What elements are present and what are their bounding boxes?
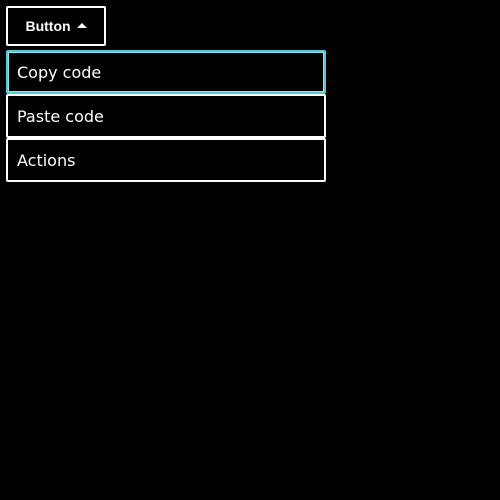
caret-up-icon [76, 23, 87, 28]
menu-item-label: Paste code [17, 106, 104, 126]
menu-toggle-button[interactable]: Button [6, 6, 106, 46]
menu-item-paste-code[interactable]: Paste code [6, 94, 326, 138]
dropdown-menu: Copy code Paste code Actions [6, 50, 326, 182]
menu-item-label: Actions [17, 150, 76, 170]
menu-item-label: Copy code [17, 62, 102, 82]
menu-item-actions[interactable]: Actions [6, 138, 326, 182]
menu-item-copy-code[interactable]: Copy code [6, 50, 326, 94]
menu-toggle-label: Button [25, 18, 71, 34]
